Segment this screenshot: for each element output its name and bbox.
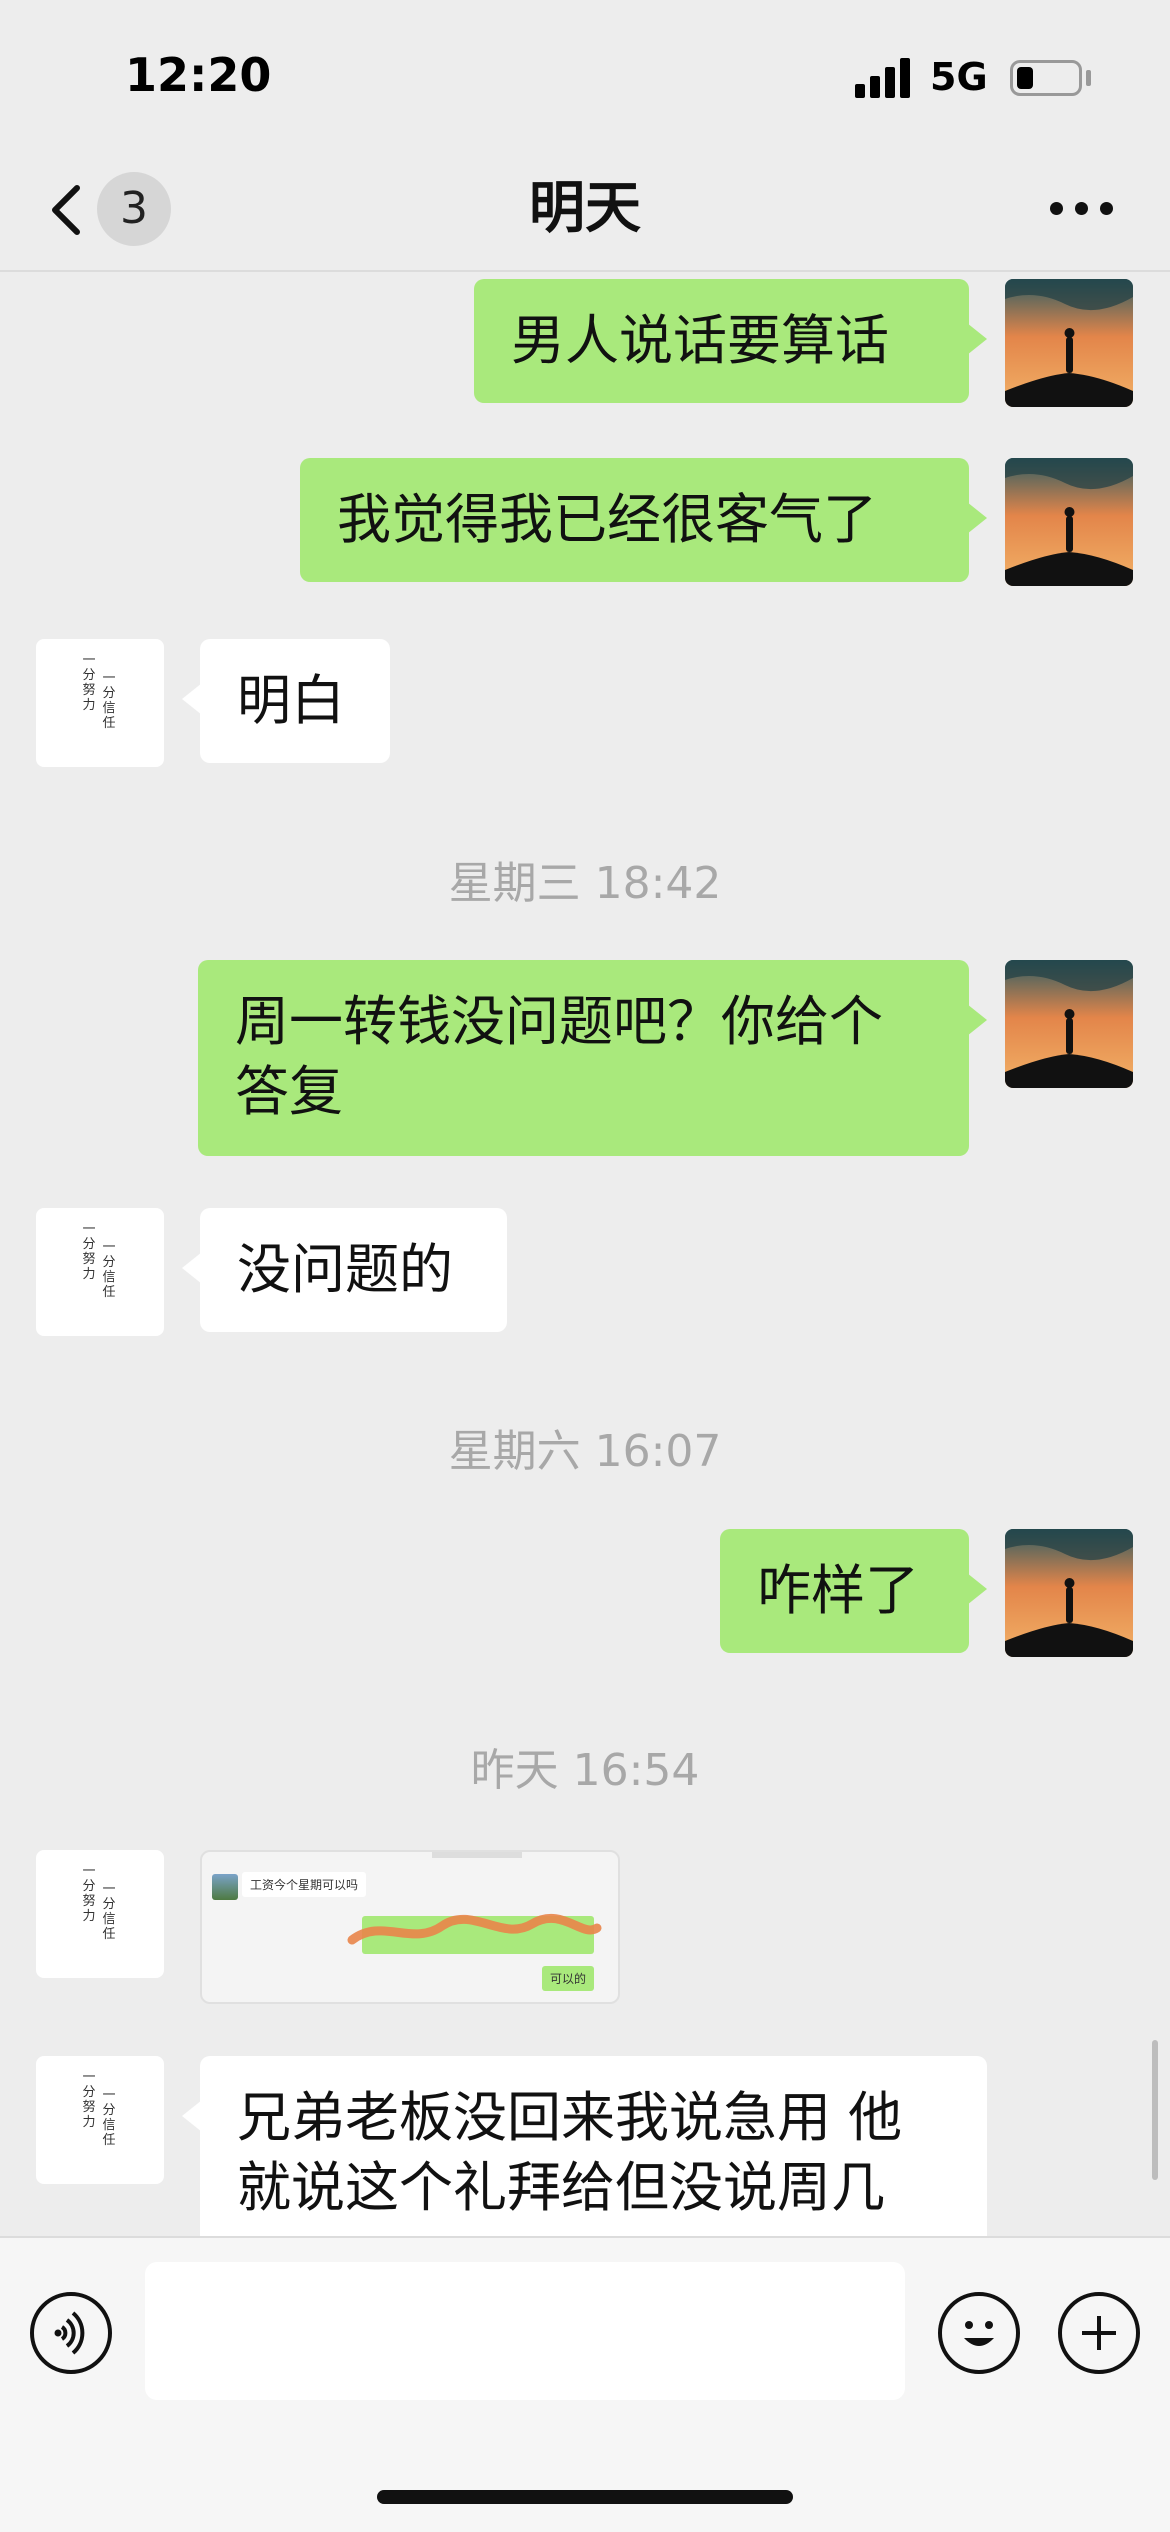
signal-icon [855, 58, 913, 98]
message-timestamp: 星期三 18:42 [448, 858, 722, 909]
voice-icon[interactable] [30, 2292, 112, 2374]
message-bubble-sent[interactable]: 我觉得我已经很客气了 [300, 458, 987, 582]
chat-message-list[interactable]: 男人说话要算话 我觉得我已经很客气了 一分努力 一分信任 明白 星期三 18:4… [0, 272, 1170, 2236]
more-icon[interactable] [1050, 196, 1114, 220]
message-bubble-sent[interactable]: 咋样了 [720, 1529, 987, 1653]
status-time: 12:20 [125, 48, 272, 102]
emoji-icon[interactable] [938, 2292, 1020, 2374]
my-avatar[interactable] [1005, 458, 1133, 586]
message-timestamp: 星期六 16:07 [448, 1426, 722, 1477]
plus-icon[interactable] [1058, 2292, 1140, 2374]
battery-cap [1086, 70, 1091, 86]
message-bubble-received[interactable]: 没问题的 [182, 1208, 507, 1332]
contact-avatar[interactable]: 一分努力 一分信任 [36, 2056, 164, 2184]
screenshot-divider [432, 1852, 522, 1858]
screenshot-text: 工资今个星期可以吗 [242, 1872, 367, 1897]
chat-scrollbar[interactable] [1152, 2040, 1158, 2180]
screenshot-reply-bubble: 可以的 [541, 1966, 594, 1991]
message-timestamp: 昨天 16:54 [470, 1745, 700, 1796]
redaction-scribble [347, 1913, 602, 1945]
contact-avatar[interactable]: 一分努力 一分信任 [36, 639, 164, 767]
message-bubble-received[interactable]: 兄弟老板没回来我说急用 他 就说这个礼拜给但没说周几 [182, 2056, 987, 2236]
status-bar: 12:20 5G [0, 0, 1170, 150]
message-bubble-sent[interactable]: 周一转钱没问题吧？你给个 答复 [198, 960, 987, 1156]
my-avatar[interactable] [1005, 1529, 1133, 1657]
chat-title: 明天 [529, 176, 641, 241]
message-text-line: 兄弟老板没回来我说急用 他 [237, 2086, 903, 2149]
message-text-line: 答复 [235, 1060, 343, 1123]
message-text-line: 就说这个礼拜给但没说周几 [237, 2156, 885, 2219]
message-text-line: 周一转钱没问题吧？你给个 [235, 990, 883, 1053]
message-input[interactable] [145, 2262, 905, 2400]
network-label: 5G [930, 55, 988, 99]
image-message[interactable]: 工资今个星期可以吗 可以的 [200, 1850, 620, 2004]
home-indicator[interactable] [377, 2490, 793, 2504]
contact-avatar[interactable]: 一分努力 一分信任 [36, 1208, 164, 1336]
my-avatar[interactable] [1005, 279, 1133, 407]
screenshot-avatar [212, 1874, 238, 1900]
message-bubble-sent[interactable]: 男人说话要算话 [474, 279, 987, 403]
message-bubble-received[interactable]: 明白 [182, 639, 390, 763]
contact-avatar[interactable]: 一分努力 一分信任 [36, 1850, 164, 1978]
battery-icon [1010, 60, 1082, 96]
my-avatar[interactable] [1005, 960, 1133, 1088]
